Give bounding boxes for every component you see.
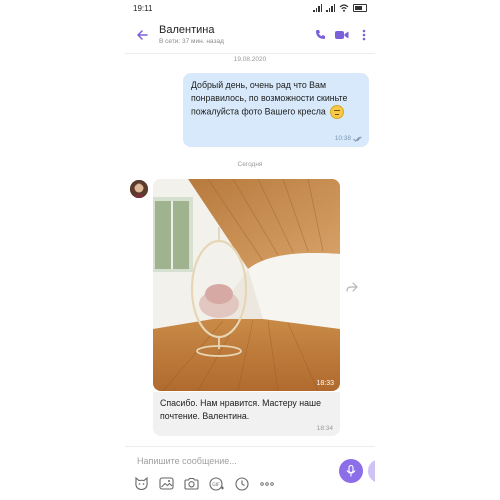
message-text: Добрый день, очень рад что Вам понравило… bbox=[191, 79, 361, 119]
signal-icon-2 bbox=[326, 4, 335, 12]
gif-button[interactable]: GIF bbox=[208, 475, 225, 492]
message-time: 10:38 bbox=[334, 135, 351, 142]
svg-text:GIF: GIF bbox=[212, 481, 220, 487]
chat-header: Валентина В сети: 37 мин. назад bbox=[125, 16, 375, 54]
avatar[interactable] bbox=[130, 180, 148, 198]
timer-button[interactable] bbox=[233, 475, 250, 492]
camera-button[interactable] bbox=[183, 475, 200, 492]
call-button[interactable] bbox=[309, 16, 331, 54]
status-icons bbox=[313, 4, 367, 12]
forward-button[interactable] bbox=[346, 279, 358, 297]
composer-toolbar: GIF bbox=[133, 475, 275, 492]
cat-sticker-icon bbox=[135, 476, 148, 490]
sticker-button[interactable] bbox=[133, 475, 150, 492]
date-separator: 19.08.2020 bbox=[233, 56, 267, 63]
camera-icon bbox=[184, 477, 199, 490]
more-vertical-icon bbox=[362, 29, 366, 40]
chat-screen: 19:11 Валентина В сети: 37 мин. назад 19… bbox=[125, 0, 375, 500]
message-composer: GIF bbox=[125, 446, 375, 500]
wifi-icon bbox=[339, 4, 349, 12]
arrow-left-icon bbox=[137, 29, 148, 40]
more-options-button[interactable] bbox=[258, 475, 275, 492]
status-time: 19:11 bbox=[133, 3, 153, 13]
battery-icon bbox=[353, 4, 367, 12]
signal-icon bbox=[313, 4, 322, 12]
video-call-button[interactable] bbox=[331, 16, 353, 54]
photo-time: 18:33 bbox=[316, 380, 334, 387]
microphone-icon bbox=[346, 465, 356, 477]
contact-name: Валентина bbox=[159, 24, 215, 36]
gif-icon: GIF bbox=[209, 476, 224, 491]
incoming-message-text: Спасибо. Нам нравится. Мастеру наше почт… bbox=[160, 398, 321, 421]
clock-icon bbox=[234, 476, 249, 491]
message-input[interactable] bbox=[137, 453, 317, 469]
message-time-incoming: 18:34 bbox=[316, 425, 333, 432]
outgoing-message[interactable]: Добрый день, очень рад что Вам понравило… bbox=[183, 73, 369, 147]
more-horizontal-icon bbox=[259, 481, 274, 486]
outgoing-message-text: Добрый день, очень рад что Вам понравило… bbox=[191, 80, 348, 117]
share-forward-icon bbox=[346, 282, 358, 292]
phone-icon bbox=[315, 30, 325, 39]
photo-message[interactable]: 18:33 bbox=[153, 179, 340, 391]
image-icon bbox=[159, 477, 174, 490]
incoming-message[interactable]: Спасибо. Нам нравится. Мастеру наше почт… bbox=[153, 392, 340, 436]
double-check-icon bbox=[353, 136, 362, 142]
gallery-button[interactable] bbox=[158, 475, 175, 492]
last-seen-status: В сети: 37 мин. назад bbox=[159, 38, 224, 45]
photo-image bbox=[153, 179, 340, 391]
back-button[interactable] bbox=[125, 16, 159, 54]
status-bar: 19:11 bbox=[125, 0, 375, 16]
secondary-action-button[interactable] bbox=[368, 459, 375, 483]
menu-button[interactable] bbox=[353, 16, 375, 54]
avatar-image bbox=[130, 180, 148, 198]
contact-info[interactable]: Валентина В сети: 37 мин. назад bbox=[159, 24, 309, 45]
voice-message-button[interactable] bbox=[339, 459, 363, 483]
emoji-icon bbox=[330, 105, 345, 119]
date-separator-today: Сегодня bbox=[237, 161, 263, 168]
video-camera-icon bbox=[335, 30, 349, 39]
